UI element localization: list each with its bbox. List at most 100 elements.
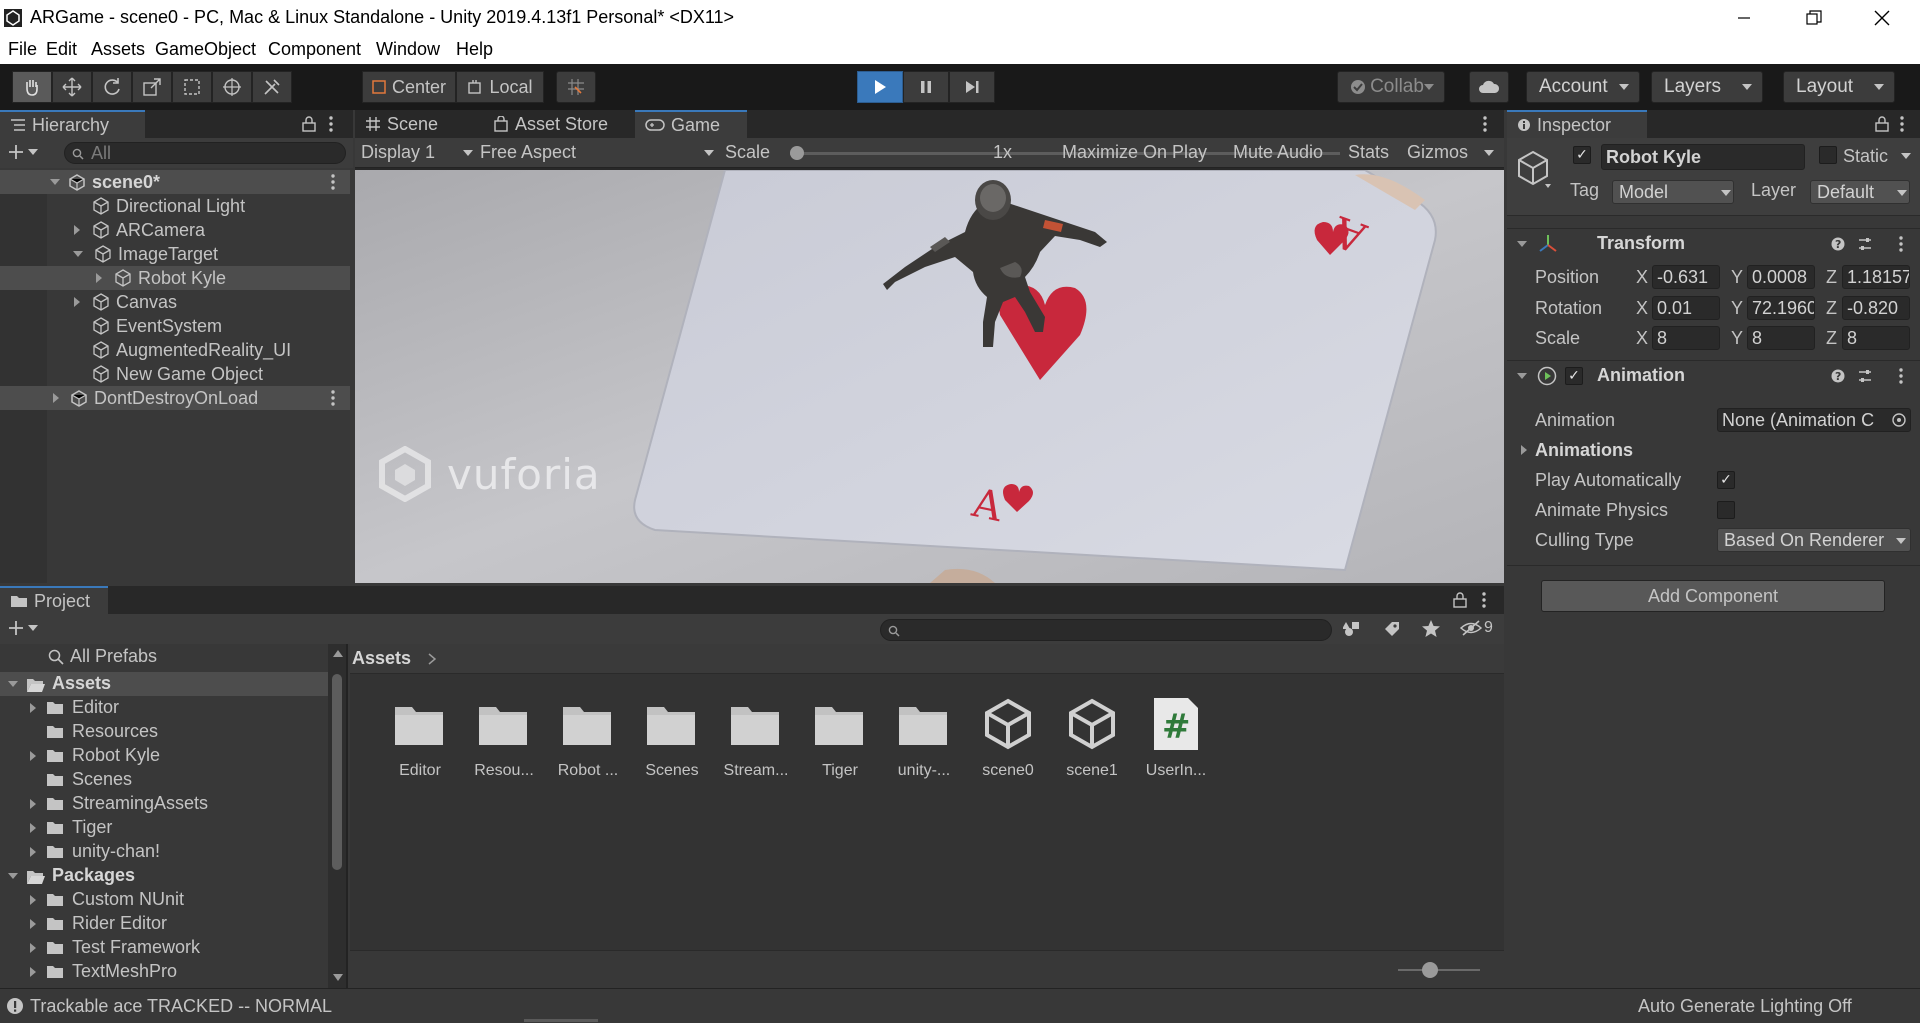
hierarchy-item-directional-light[interactable]: Directional Light (0, 194, 350, 218)
scroll-down-arrow-icon[interactable] (333, 974, 343, 981)
collab-dropdown[interactable]: Collab (1337, 71, 1445, 103)
asset-folder-robot-kyle[interactable]: Robot ... (546, 694, 630, 794)
chevron-down-icon[interactable] (1484, 150, 1494, 156)
rotation-z-field[interactable]: -0.820 (1842, 296, 1910, 320)
tree-row-textmeshpro[interactable]: TextMeshPro (0, 960, 328, 984)
transform-header[interactable]: Transform ? (1507, 228, 1920, 258)
asset-scene-scene1[interactable]: scene1 (1050, 694, 1134, 794)
scale-x-field[interactable]: 8 (1652, 326, 1720, 350)
asset-scene-scene0[interactable]: scene0 (966, 694, 1050, 794)
tree-row-test-framework[interactable]: Test Framework (0, 936, 328, 960)
tag-dropdown[interactable]: Model (1612, 180, 1734, 204)
menu-edit[interactable]: Edit (46, 39, 77, 60)
hidden-packages-toggle[interactable]: 9 (1460, 619, 1493, 637)
scale-slider-thumb[interactable] (790, 146, 804, 160)
hierarchy-item-augmentedreality-ui[interactable]: AugmentedReality_UI (0, 338, 350, 362)
transform-tool-button[interactable] (212, 71, 252, 103)
position-z-field[interactable]: 1.18157 (1842, 265, 1910, 289)
lock-icon[interactable] (1875, 116, 1889, 132)
lighting-status[interactable]: Auto Generate Lighting Off (1638, 996, 1852, 1017)
hierarchy-item-new-game-object[interactable]: New Game Object (0, 362, 350, 386)
scene-row[interactable]: scene0* (0, 170, 350, 194)
account-dropdown[interactable]: Account (1526, 71, 1640, 103)
tab-hierarchy[interactable]: Hierarchy (0, 110, 145, 138)
search-by-type-icon[interactable] (1343, 620, 1361, 638)
gizmos-toggle[interactable]: Gizmos (1407, 142, 1468, 163)
animation-enabled-checkbox[interactable]: ✓ (1565, 367, 1583, 385)
menu-gameobject[interactable]: GameObject (155, 39, 256, 60)
tree-row-assets[interactable]: Assets (0, 672, 328, 696)
hand-tool-button[interactable] (12, 71, 52, 103)
maximize-on-play-toggle[interactable]: Maximize On Play (1062, 142, 1207, 163)
stats-toggle[interactable]: Stats (1348, 142, 1389, 163)
asset-folder-resources[interactable]: Resou... (462, 694, 546, 794)
close-window-button[interactable] (1852, 0, 1912, 36)
play-button[interactable] (857, 71, 903, 103)
animate-physics-checkbox[interactable] (1717, 501, 1735, 519)
culling-type-dropdown[interactable]: Based On Renderer (1717, 528, 1911, 552)
object-picker-icon[interactable] (1892, 413, 1906, 427)
animation-object-field[interactable]: None (Animation C (1717, 408, 1911, 432)
asset-folder-streamingassets[interactable]: Stream... (714, 694, 798, 794)
tree-scrollbar[interactable] (328, 644, 346, 988)
scrollbar-thumb[interactable] (332, 674, 342, 870)
help-icon[interactable]: ? (1831, 237, 1845, 251)
tree-row-packages[interactable]: Packages (0, 864, 328, 888)
aspect-dropdown[interactable]: Free Aspect (480, 142, 714, 163)
rotation-y-field[interactable]: 72.1960 (1747, 296, 1815, 320)
scroll-up-arrow-icon[interactable] (333, 650, 343, 657)
animations-label[interactable]: Animations (1535, 440, 1633, 461)
kebab-menu-icon[interactable] (1481, 592, 1487, 608)
tree-row-streamingassets[interactable]: StreamingAssets (0, 792, 328, 816)
restore-button[interactable] (1784, 0, 1844, 36)
hierarchy-item-arcamera[interactable]: ARCamera (0, 218, 350, 242)
preset-sliders-icon[interactable] (1857, 236, 1873, 252)
menu-file[interactable]: File (8, 39, 37, 60)
preset-sliders-icon[interactable] (1857, 368, 1873, 384)
rotation-x-field[interactable]: 0.01 (1652, 296, 1720, 320)
static-checkbox[interactable] (1819, 146, 1837, 164)
display-dropdown[interactable]: Display 1 (361, 142, 473, 163)
asset-folder-tiger[interactable]: Tiger (798, 694, 882, 794)
hierarchy-item-imagetarget[interactable]: ImageTarget (0, 242, 350, 266)
asset-folder-editor[interactable]: Editor (378, 694, 462, 794)
cloud-services-button[interactable] (1469, 71, 1509, 103)
chevron-down-icon[interactable] (1901, 153, 1911, 159)
menu-component[interactable]: Component (268, 39, 361, 60)
hierarchy-item-robot-kyle[interactable]: Robot Kyle (0, 266, 350, 290)
asset-folder-unity-chan[interactable]: unity-... (882, 694, 966, 794)
tree-row-scenes[interactable]: Scenes (0, 768, 328, 792)
pivot-center-button[interactable]: Center (362, 71, 456, 103)
scale-tool-button[interactable] (132, 71, 172, 103)
hierarchy-item-eventsystem[interactable]: EventSystem (0, 314, 350, 338)
pause-button[interactable] (903, 71, 949, 103)
position-x-field[interactable]: -0.631 (1652, 265, 1720, 289)
step-button[interactable] (949, 71, 995, 103)
move-tool-button[interactable] (52, 71, 92, 103)
scale-z-field[interactable]: 8 (1842, 326, 1910, 350)
create-asset-button[interactable] (8, 620, 38, 636)
asset-script-userinterface[interactable]: # UserIn... (1134, 694, 1218, 794)
breadcrumb-assets[interactable]: Assets (352, 648, 411, 669)
scene-menu-icon[interactable] (330, 174, 336, 190)
asset-folder-scenes[interactable]: Scenes (630, 694, 714, 794)
dontdestroyonload-row[interactable]: DontDestroyOnLoad (0, 386, 350, 410)
active-checkbox[interactable]: ✓ (1573, 146, 1591, 164)
game-view[interactable]: A A vuforia (355, 170, 1504, 583)
layout-dropdown[interactable]: Layout (1783, 71, 1895, 103)
hierarchy-item-canvas[interactable]: Canvas (0, 290, 350, 314)
menu-help[interactable]: Help (456, 39, 493, 60)
splitter[interactable] (346, 644, 348, 988)
tree-row-resources[interactable]: Resources (0, 720, 328, 744)
scale-y-field[interactable]: 8 (1747, 326, 1815, 350)
object-name-field[interactable]: Robot Kyle (1601, 144, 1805, 170)
animation-header[interactable]: ✓ Animation ? (1507, 360, 1920, 390)
layer-dropdown[interactable]: Default (1810, 180, 1910, 204)
tab-project[interactable]: Project (0, 586, 108, 614)
tree-row-unity-chan[interactable]: unity-chan! (0, 840, 328, 864)
project-search-input[interactable] (880, 619, 1332, 641)
animations-foldout-icon[interactable] (1521, 445, 1527, 455)
position-y-field[interactable]: 0.0008 (1747, 265, 1815, 289)
icon-size-slider-thumb[interactable] (1422, 962, 1438, 978)
tab-asset-store[interactable]: Asset Store (483, 110, 623, 138)
